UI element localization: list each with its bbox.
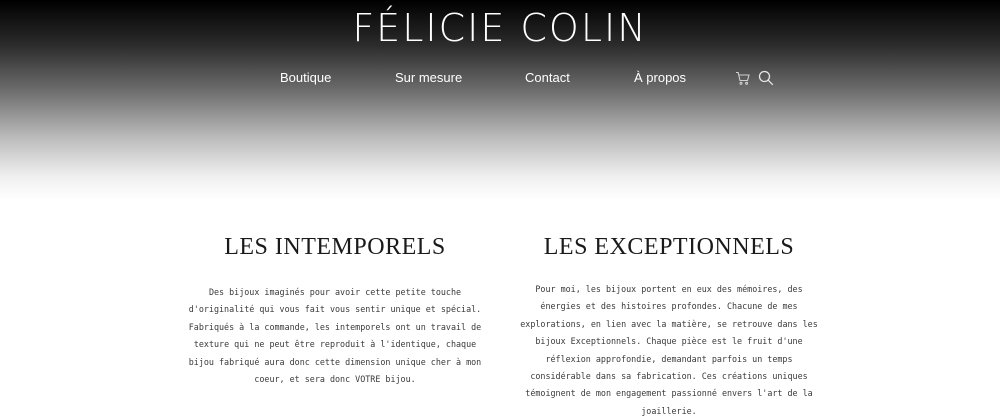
nav-sur-mesure-link[interactable]: Sur mesure [395, 68, 462, 88]
section-intemporels: LES INTEMPORELS Des bijoux imaginés pour… [180, 230, 490, 388]
section-description: Des bijoux imaginés pour avoir cette pet… [188, 287, 482, 385]
section-title: LES EXCEPTIONNELS [543, 234, 795, 260]
section-title: LES INTEMPORELS [224, 234, 446, 260]
section-description: Pour moi, les bijoux portent en eux des … [520, 284, 818, 416]
search-icon[interactable] [758, 70, 774, 86]
nav-boutique-link[interactable]: Boutique [280, 68, 331, 88]
cart-icon[interactable] [735, 70, 751, 86]
nav-contact-link[interactable]: Contact [525, 68, 570, 88]
main-nav: Boutique Sur mesure Contact À propos [0, 68, 1000, 88]
section-exceptionnels: LES EXCEPTIONNELS Pour moi, les bijoux p… [518, 230, 820, 420]
nav-a-propos-link[interactable]: À propos [634, 68, 686, 88]
site-logo[interactable]: FÉLICIE COLIN [0, 6, 1000, 50]
